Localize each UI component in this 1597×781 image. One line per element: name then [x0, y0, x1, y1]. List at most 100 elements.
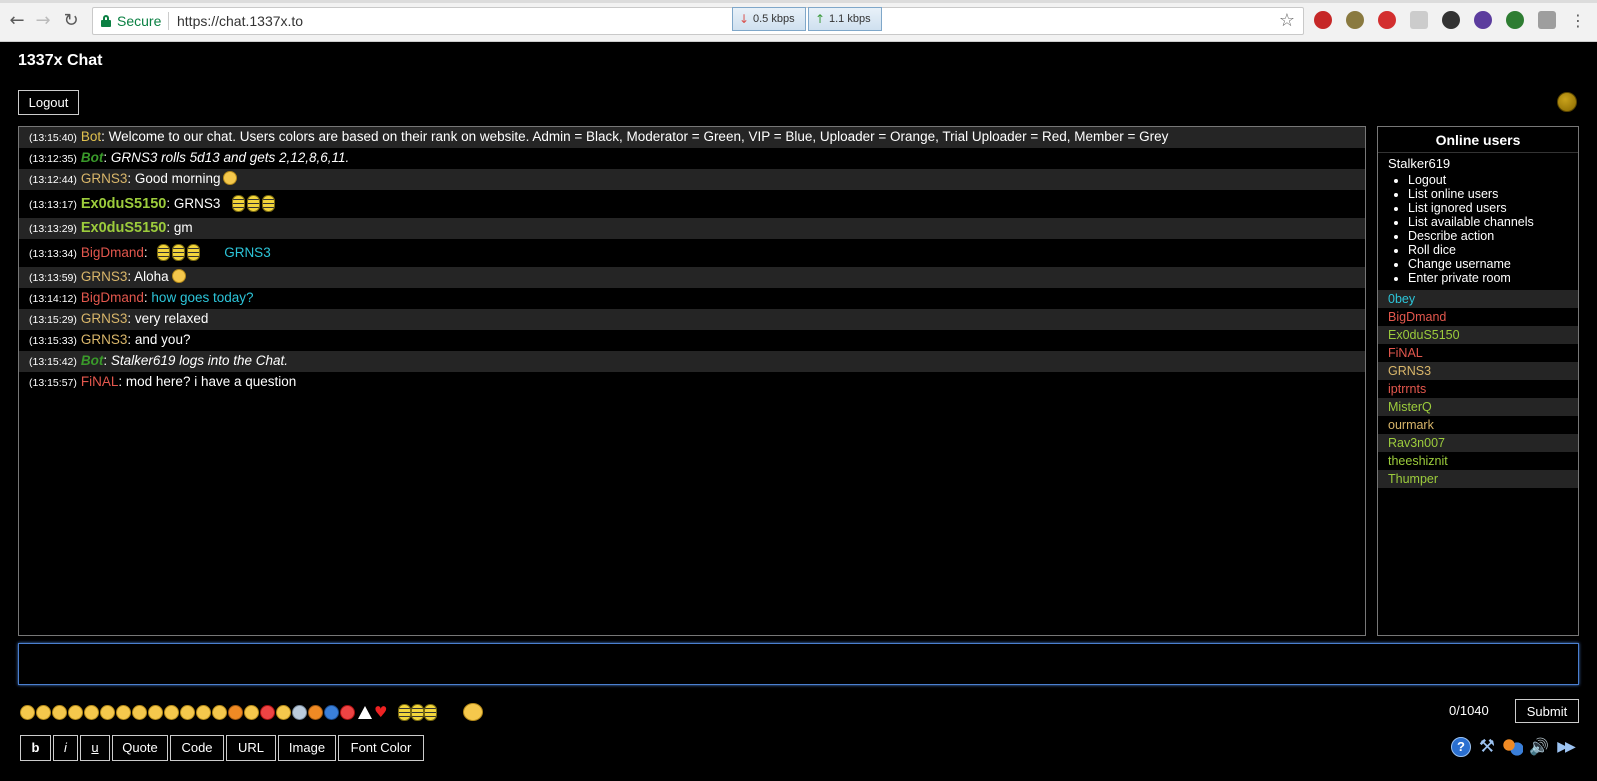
laugh-emoticon-icon[interactable]: [84, 704, 99, 720]
upload-speed-widget[interactable]: ↑ 1.1 kbps: [808, 7, 882, 31]
status-indicator-icon[interactable]: [1557, 92, 1577, 112]
online-user-item[interactable]: 0bey: [1378, 290, 1578, 308]
message-author[interactable]: Ex0duS5150: [81, 220, 166, 236]
notification-extension-icon[interactable]: [1378, 11, 1396, 29]
chat-message: (13:15:57) FiNAL: mod here? i have a ques…: [19, 372, 1365, 393]
message-mention[interactable]: GRNS3: [224, 245, 271, 260]
menu-item-list-ignored-users[interactable]: List ignored users: [1408, 201, 1578, 215]
wink-emoticon-icon[interactable]: [52, 704, 67, 720]
menu-item-private-room[interactable]: Enter private room: [1408, 271, 1578, 285]
menu-item-describe-action[interactable]: Describe action: [1408, 229, 1578, 243]
message-timestamp: (13:12:35): [29, 153, 77, 165]
online-user-item[interactable]: FiNAL: [1378, 344, 1578, 362]
grin-emoticon-icon[interactable]: [68, 704, 83, 720]
globe-extension-icon[interactable]: [1506, 11, 1524, 29]
grey-extension-icon[interactable]: [1410, 11, 1428, 29]
confused-emoticon-icon[interactable]: [164, 704, 179, 720]
online-user-item[interactable]: theeshiznit: [1378, 452, 1578, 470]
reload-icon[interactable]: ↻: [60, 10, 82, 32]
back-icon[interactable]: ←: [6, 10, 28, 32]
adblock-extension-icon[interactable]: [1314, 11, 1332, 29]
message-input[interactable]: [18, 643, 1579, 685]
submit-button[interactable]: Submit: [1515, 699, 1579, 723]
online-user-item[interactable]: iptrrnts: [1378, 380, 1578, 398]
url-text[interactable]: https://chat.1337x.to: [177, 13, 303, 29]
neutral-emoticon-icon[interactable]: [100, 704, 115, 720]
menu-item-roll-dice[interactable]: Roll dice: [1408, 243, 1578, 257]
image-button[interactable]: Image: [278, 735, 336, 761]
menu-item-change-username[interactable]: Change username: [1408, 257, 1578, 271]
message-author[interactable]: GRNS3: [81, 171, 128, 186]
logout-button[interactable]: Logout: [18, 90, 79, 115]
message-author[interactable]: FiNAL: [81, 374, 119, 389]
cool-emoticon-icon[interactable]: [180, 704, 195, 720]
message-author[interactable]: Bot: [81, 129, 101, 144]
heart-emoticon-icon[interactable]: ♥: [374, 704, 387, 720]
help-icon[interactable]: ?: [1451, 737, 1471, 757]
menu-item-list-channels[interactable]: List available channels: [1408, 215, 1578, 229]
minion-emoticon-icon[interactable]: [398, 703, 412, 721]
message-author[interactable]: BigDmand: [81, 290, 144, 305]
underline-button[interactable]: u: [80, 735, 110, 761]
cry-emoticon-icon[interactable]: [212, 704, 227, 720]
font-color-button[interactable]: Font Color: [338, 735, 424, 761]
message-author[interactable]: GRNS3: [81, 269, 128, 284]
warning-emoticon-icon[interactable]: [358, 705, 372, 719]
online-users-icon[interactable]: [1503, 737, 1523, 757]
message-author[interactable]: GRNS3: [81, 311, 128, 326]
tongue-emoticon-icon[interactable]: [196, 704, 211, 720]
shocked-emoticon-icon[interactable]: [116, 704, 131, 720]
settings-icon[interactable]: ⚒: [1477, 737, 1497, 757]
profile-extension-icon[interactable]: [1538, 11, 1556, 29]
online-user-item[interactable]: ourmark: [1378, 416, 1578, 434]
url-button[interactable]: URL: [226, 735, 276, 761]
current-username[interactable]: Stalker619: [1378, 153, 1578, 173]
nerd-emoticon-icon[interactable]: [148, 704, 163, 720]
chat-message-list[interactable]: (13:15:40) Bot: Welcome to our chat. User…: [18, 126, 1366, 636]
online-user-item[interactable]: MisterQ: [1378, 398, 1578, 416]
online-user-item[interactable]: Thumper: [1378, 470, 1578, 488]
minion-emoticon-icon[interactable]: [411, 703, 425, 721]
sad-emoticon-icon[interactable]: [36, 704, 51, 720]
message-author[interactable]: Ex0duS5150: [81, 196, 166, 212]
laughing-emoticon-icon[interactable]: [462, 703, 483, 721]
devil-emoticon-icon[interactable]: [260, 704, 275, 720]
bookmark-star-icon[interactable]: ☆: [1279, 10, 1295, 31]
message-author[interactable]: GRNS3: [81, 332, 128, 347]
menu-icon[interactable]: ⋮: [1567, 10, 1589, 32]
menu-item-logout[interactable]: Logout: [1408, 173, 1578, 187]
download-speed-widget[interactable]: ↓ 0.5 kbps: [732, 7, 806, 31]
online-user-item[interactable]: Rav3n007: [1378, 434, 1578, 452]
italic-button[interactable]: i: [53, 735, 78, 761]
sound-icon[interactable]: 🔊: [1529, 737, 1549, 757]
online-user-item[interactable]: GRNS3: [1378, 362, 1578, 380]
question-emoticon-icon[interactable]: [324, 704, 339, 720]
message-author[interactable]: Bot: [81, 150, 104, 165]
menu-item-list-online-users[interactable]: List online users: [1408, 187, 1578, 201]
happy-emoticon-icon[interactable]: [244, 704, 259, 720]
exclamation-emoticon-icon[interactable]: [308, 704, 323, 720]
lightbulb-extension-icon[interactable]: [1346, 11, 1364, 29]
message-author[interactable]: BigDmand: [81, 245, 144, 260]
online-user-item[interactable]: Ex0duS5150: [1378, 326, 1578, 344]
address-bar[interactable]: Secure https://chat.1337x.to ☆: [92, 7, 1304, 35]
blush-emoticon-icon[interactable]: [132, 704, 147, 720]
bold-button[interactable]: b: [20, 735, 51, 761]
camera-extension-icon[interactable]: [1442, 11, 1460, 29]
minion-emoticon-icon[interactable]: [424, 703, 438, 721]
quote-button[interactable]: Quote: [112, 735, 168, 761]
idea-emoticon-icon[interactable]: [292, 704, 307, 720]
no-entry-emoticon-icon[interactable]: [340, 704, 355, 720]
smile-emoticon-icon[interactable]: [20, 704, 35, 720]
message-timestamp: (13:12:44): [29, 174, 77, 186]
firefox-extension-icon[interactable]: [1474, 11, 1492, 29]
minion-emoticon-icon: [187, 244, 201, 261]
autoscroll-icon[interactable]: ▶▶: [1555, 737, 1576, 757]
code-button[interactable]: Code: [170, 735, 224, 761]
message-author[interactable]: Bot: [81, 353, 104, 368]
monkey-emoticon-icon[interactable]: [276, 704, 291, 720]
angry-emoticon-icon[interactable]: [228, 704, 243, 720]
forward-icon[interactable]: →: [32, 10, 54, 32]
online-user-item[interactable]: BigDmand: [1378, 308, 1578, 326]
message-timestamp: (13:14:12): [29, 293, 77, 305]
